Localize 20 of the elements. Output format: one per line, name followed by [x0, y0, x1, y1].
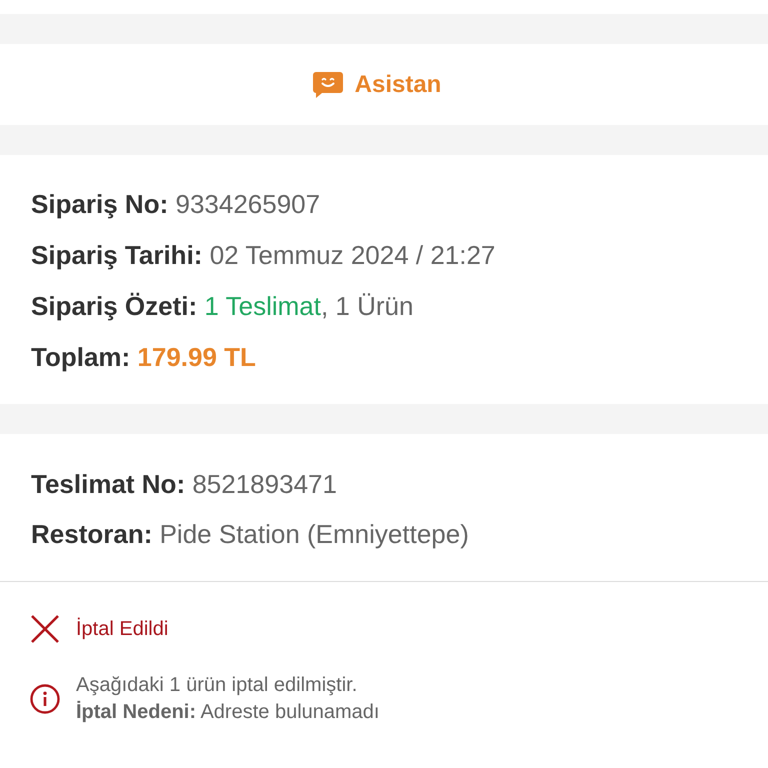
notice-text: Aşağıdaki 1 ürün iptal edilmiştir.: [76, 673, 358, 698]
status-text: İptal Edildi: [76, 618, 168, 640]
info-icon: [30, 684, 60, 714]
field-value: 1 Teslimat, 1 Ürün: [204, 291, 414, 321]
field-value: 9334265907: [175, 189, 320, 219]
field-label: Toplam:: [31, 342, 130, 372]
field-label: Sipariş Tarihi:: [31, 240, 202, 270]
field-value: Pide Station (Emniyettepe): [160, 519, 469, 549]
summary-link[interactable]: 1 Teslimat: [204, 291, 321, 321]
field-value: 02 Temmuz 2024 / 21:27: [210, 240, 496, 270]
field-label: Sipariş Özeti:: [31, 291, 198, 321]
field-label: Sipariş No:: [31, 189, 168, 219]
cross-icon: [30, 614, 60, 644]
total-price: 179.99 TL: [137, 342, 256, 372]
notice-text: İptal Nedeni: Adreste bulunamadı: [76, 700, 380, 725]
field-label: Teslimat No:: [31, 469, 186, 499]
field-value: 8521893471: [192, 469, 337, 499]
assistant-button[interactable]: Asistan: [312, 70, 442, 98]
chat-bubble-icon: [312, 72, 343, 98]
field-label: Restoran:: [31, 519, 152, 549]
